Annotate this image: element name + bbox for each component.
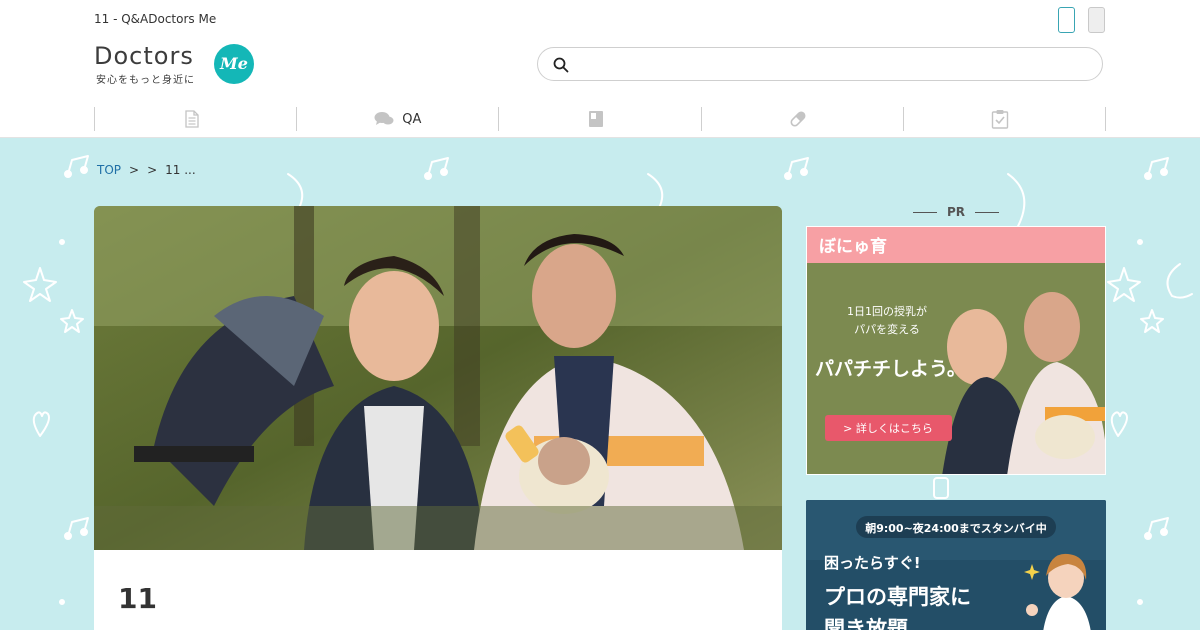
- nav-item-medicine[interactable]: [702, 107, 904, 131]
- breadcrumb-top-link[interactable]: TOP: [97, 163, 121, 177]
- site-header: 11 - Q&ADoctors Me Doctors 安心をもっと身近に Me: [0, 0, 1200, 138]
- search-bar: [537, 47, 1103, 81]
- search-icon[interactable]: [552, 56, 570, 74]
- breadcrumb: TOP > > 11 ...: [97, 163, 196, 177]
- doctors-me-logo[interactable]: Doctors 安心をもっと身近に Me: [94, 42, 259, 88]
- breadcrumb-separator: >: [129, 163, 140, 177]
- menu-button[interactable]: [1088, 7, 1105, 33]
- ad-bonyu-banner[interactable]: ぼにゅ育 1日1回の授乳が パパを変える パパチチしよう。 > 詳しくはこちら: [806, 226, 1106, 475]
- pill-icon: [790, 111, 806, 127]
- ad-cta-label: > 詳しくはこちら: [843, 421, 933, 435]
- ad2-hours: 朝9:00~夜24:00までスタンバイ中: [865, 521, 1047, 535]
- mobile-toggle-button[interactable]: [1058, 7, 1075, 33]
- pr-text: PR: [946, 205, 966, 219]
- logo-wordmark: Doctors: [94, 42, 194, 70]
- pr-label: PR: [906, 203, 1006, 221]
- ad2-line3: 聞き放題: [824, 617, 909, 630]
- main-nav: QA: [94, 107, 1107, 131]
- site-title: 11 - Q&ADoctors Me: [94, 12, 217, 26]
- logo-tagline: 安心をもっと身近に: [96, 75, 195, 86]
- search-input[interactable]: [578, 54, 1088, 74]
- book-icon: [589, 111, 603, 127]
- chat-bubbles-icon: [374, 112, 394, 125]
- logo-me-badge: Me: [214, 44, 254, 84]
- ad-line2: パパを変える: [854, 322, 920, 336]
- nav-item-articles[interactable]: [95, 107, 298, 131]
- ad-line1: 1日1回の授乳が: [847, 304, 927, 318]
- document-icon: [184, 110, 199, 128]
- ad-brand: ぼにゅ育: [819, 236, 887, 257]
- ad-bonyu-artwork: ぼにゅ育 1日1回の授乳が パパを変える パパチチしよう。 > 詳しくはこちら: [807, 227, 1105, 474]
- pr-divider: [912, 211, 937, 213]
- ad-headline: パパチチしよう。: [815, 358, 966, 380]
- ad2-line2: プロの専門家に: [824, 585, 971, 609]
- ad-consult-banner[interactable]: 朝9:00~夜24:00までスタンバイ中 困ったらすぐ! プロの専門家に 聞き放…: [806, 500, 1106, 630]
- clipboard-check-icon: [992, 110, 1009, 129]
- nav-item-dictionary[interactable]: [499, 107, 702, 131]
- ad-consult-artwork: 朝9:00~夜24:00までスタンバイ中 困ったらすぐ! プロの専門家に 聞き放…: [806, 500, 1106, 630]
- breadcrumb-separator: >: [147, 163, 158, 177]
- nav-item-label: QA: [402, 111, 422, 127]
- ad2-line1: 困ったらすぐ!: [824, 554, 921, 572]
- breadcrumb-current: 11 ...: [165, 163, 196, 177]
- pr-divider: [975, 211, 1000, 213]
- hero-image: [94, 206, 782, 550]
- article-card: 11: [94, 550, 782, 630]
- nav-item-qa[interactable]: QA: [297, 107, 500, 131]
- nav-item-checkup[interactable]: [904, 107, 1107, 131]
- main-content: TOP > > 11 ... 11 PR ぼにゅ育 1日1回の授乳が パパを変え…: [0, 138, 1200, 630]
- article-title: 11: [118, 582, 157, 615]
